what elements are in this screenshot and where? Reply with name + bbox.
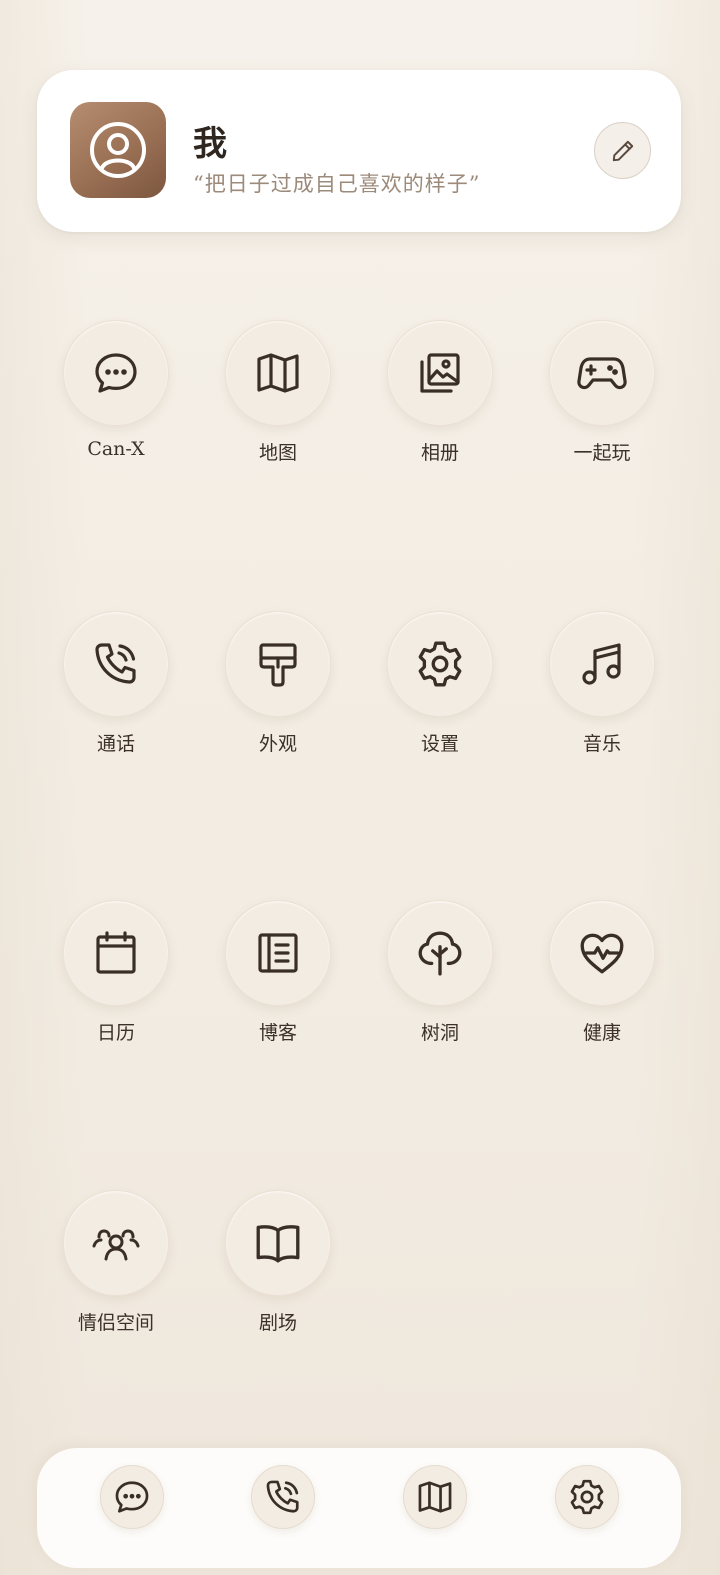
app-label: 健康 [582,1022,621,1044]
app-theater[interactable]: 剧场 [208,1190,348,1335]
app-appearance[interactable]: 外观 [208,611,348,756]
app-play-together[interactable]: 一起玩 [532,320,672,465]
app-icon-button[interactable] [387,320,493,426]
edit-profile-button[interactable] [594,122,651,179]
phone-call-icon [95,643,136,684]
pencil-icon [612,140,633,161]
app-icon-button[interactable] [387,900,493,1006]
app-label: 设置 [420,733,459,755]
user-circle-icon [90,122,146,178]
app-icon-button[interactable] [549,611,655,717]
app-health[interactable]: 健康 [532,900,672,1045]
map-icon [418,1481,452,1513]
app-label: 博客 [258,1022,297,1044]
app-label: 音乐 [582,733,621,755]
people-icon [92,1229,140,1261]
app-label: 树洞 [420,1022,459,1044]
app-label: 日历 [96,1022,135,1044]
gear-icon [418,641,462,687]
app-label: 情侣空间 [77,1312,154,1334]
app-label: 外观 [258,733,297,755]
music-note-icon [582,643,621,685]
chat-bubble-icon [95,353,137,393]
tree-icon [418,931,462,976]
app-icon-button[interactable] [225,1190,331,1296]
app-label: 地图 [258,442,297,464]
app-icon-button[interactable] [63,611,169,717]
heart-pulse-icon [580,933,624,974]
app-album[interactable]: 相册 [370,320,510,465]
chat-bubble-icon [115,1481,149,1513]
dock-call-button[interactable] [251,1465,315,1529]
app-call[interactable]: 通话 [46,611,186,756]
app-settings[interactable]: 设置 [370,611,510,756]
app-icon-button[interactable] [225,320,331,426]
dock [37,1448,681,1568]
dock-settings-button[interactable] [555,1465,619,1529]
gamepad-icon [577,357,627,390]
photo-album-icon [420,353,460,393]
app-icon-button[interactable] [387,611,493,717]
app-icon-button[interactable] [63,320,169,426]
map-icon [257,353,299,393]
open-book-icon [256,1225,300,1263]
app-music[interactable]: 音乐 [532,611,672,756]
dock-chat-button[interactable] [100,1465,164,1529]
app-tree-hole[interactable]: 树洞 [370,900,510,1045]
app-icon-button[interactable] [549,900,655,1006]
gear-icon [570,1479,604,1515]
app-icon-button[interactable] [63,900,169,1006]
app-blog[interactable]: 博客 [208,900,348,1045]
app-calendar[interactable]: 日历 [46,900,186,1045]
app-label: Can-X [87,438,145,460]
app-map[interactable]: 地图 [208,320,348,465]
paint-roller-icon [259,643,297,687]
phone-call-icon [266,1480,299,1513]
profile-name: 我 [193,124,227,164]
app-icon-button[interactable] [63,1190,169,1296]
app-label: 一起玩 [573,442,631,464]
notebook-icon [258,933,298,973]
app-label: 剧场 [258,1312,297,1334]
profile-motto: “把日子过成自己喜欢的样子” [193,172,481,196]
app-icon-button[interactable] [225,900,331,1006]
dock-map-button[interactable] [403,1465,467,1529]
app-can-x[interactable]: Can-X [46,320,186,460]
profile-card[interactable]: 我 “把日子过成自己喜欢的样子” [37,70,681,232]
app-label: 通话 [96,733,135,755]
avatar[interactable] [70,102,166,198]
app-icon-button[interactable] [549,320,655,426]
app-icon-button[interactable] [225,611,331,717]
app-label: 相册 [420,442,459,464]
app-couple-space[interactable]: 情侣空间 [46,1190,186,1335]
calendar-icon [96,931,136,974]
